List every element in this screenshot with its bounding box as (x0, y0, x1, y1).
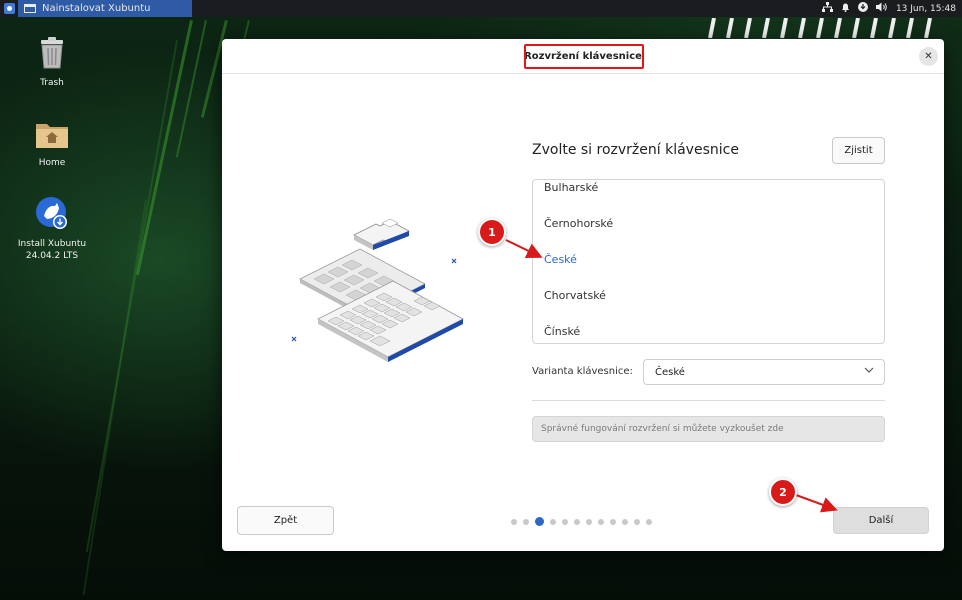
progress-dot (634, 518, 640, 525)
progress-dots (511, 517, 652, 526)
progress-dot (574, 518, 580, 525)
window-icon (24, 4, 36, 13)
progress-dot-current (535, 517, 544, 526)
clock[interactable]: 13 Jun, 15:48 (896, 4, 956, 14)
progress-dot (610, 518, 616, 525)
desktop-icon-trash[interactable]: Trash (2, 37, 102, 89)
layout-list[interactable]: Bulharské Černohorské České Chorvatské Č… (532, 179, 885, 344)
progress-dot (550, 518, 556, 525)
system-tray: 13 Jun, 15:48 (821, 2, 962, 15)
progress-dot (586, 518, 592, 525)
variant-label: Varianta klávesnice: (532, 366, 633, 377)
stripe (175, 20, 207, 158)
close-icon: ✕ (924, 51, 933, 62)
progress-dot (622, 518, 628, 525)
home-folder-icon (2, 121, 102, 153)
progress-dot (598, 518, 604, 525)
desktop-icon-label: Trash (40, 78, 64, 88)
desktop-icon-home[interactable]: Home (2, 121, 102, 169)
bell-icon[interactable] (841, 2, 850, 15)
stripe (135, 20, 193, 275)
top-panel: Nainstalovat Xubuntu 13 Jun, 15:48 (0, 0, 962, 17)
page-heading: Zvolte si rozvržení klávesnice (532, 142, 739, 158)
desktop-icon-label: Home (38, 158, 66, 168)
close-button[interactable]: ✕ (919, 47, 938, 66)
layout-item-czech[interactable]: České (544, 253, 577, 266)
progress-dot (523, 518, 529, 525)
annotation-badge-2: 2 (769, 478, 797, 506)
volume-icon[interactable] (875, 2, 888, 15)
progress-dot (562, 518, 568, 525)
update-icon[interactable] (857, 2, 868, 15)
detect-layout-button[interactable]: Zjistit (832, 137, 885, 164)
chevron-down-icon (864, 366, 874, 374)
desktop-icon-label: Install Xubuntu 24.04.2 LTS (17, 239, 87, 261)
title-highlight-box (524, 44, 644, 69)
desktop-icon-installer[interactable]: Install Xubuntu 24.04.2 LTS (2, 196, 102, 262)
trash-icon (2, 37, 102, 73)
taskbar-item-label: Nainstalovat Xubuntu (42, 3, 151, 14)
stripe (85, 40, 178, 553)
xfce-menu-icon[interactable] (0, 0, 18, 17)
keyboard-illustration (259, 209, 465, 369)
back-button[interactable]: Zpět (237, 506, 334, 535)
layout-item-chinese[interactable]: Čínské (544, 325, 580, 338)
next-button[interactable]: Další (833, 507, 929, 534)
variant-select[interactable]: České (643, 359, 885, 385)
network-icon[interactable] (821, 2, 833, 15)
installer-window: Rozvržení klávesnice ✕ Zvolte si rozvrže… (222, 39, 944, 551)
divider (532, 400, 885, 401)
variant-select-value: České (655, 366, 685, 378)
progress-dot (511, 518, 517, 525)
layout-item-croatian[interactable]: Chorvatské (544, 289, 606, 302)
layout-item-montenegrin[interactable]: Černohorské (544, 217, 613, 230)
layout-item-bulgarian[interactable]: Bulharské (544, 181, 598, 194)
taskbar-item-installer[interactable]: Nainstalovat Xubuntu (18, 0, 192, 17)
layout-test-input[interactable]: Správné fungování rozvržení si můžete vy… (532, 416, 885, 442)
annotation-badge-1: 1 (478, 218, 506, 246)
progress-dot (646, 518, 652, 525)
installer-icon (2, 196, 102, 234)
desktop-slashes (700, 17, 950, 39)
